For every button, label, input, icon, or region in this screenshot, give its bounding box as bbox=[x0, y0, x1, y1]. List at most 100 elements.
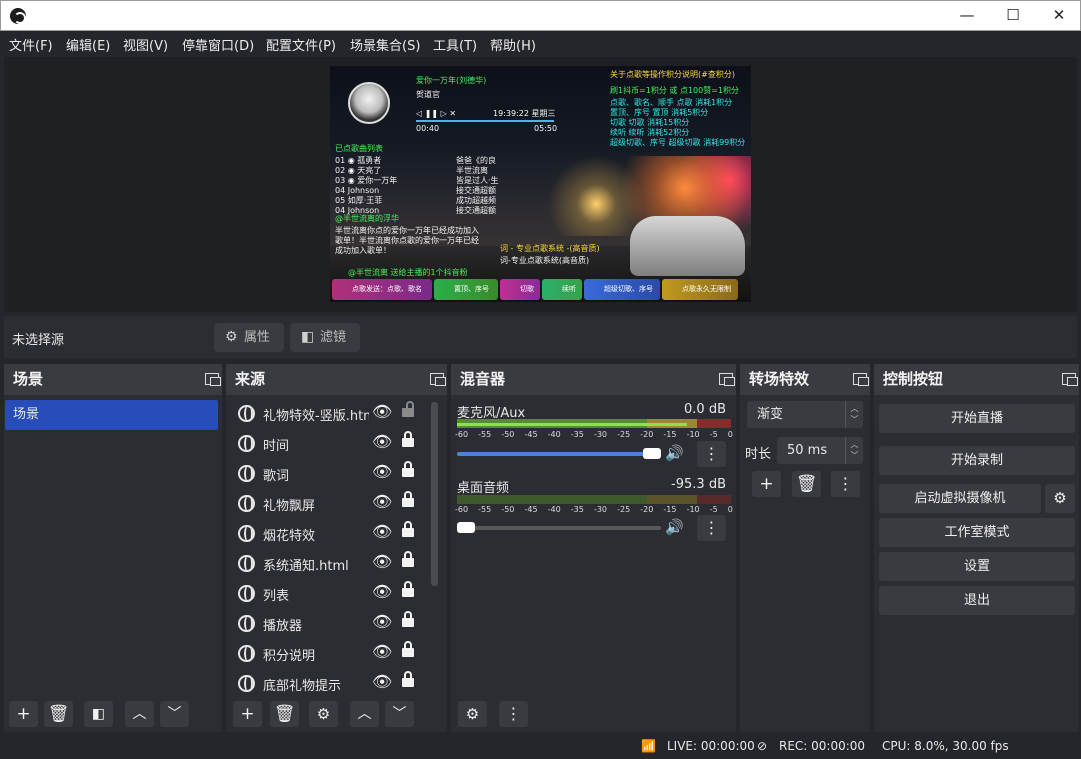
source-item[interactable]: 歌词 👁 bbox=[234, 459, 424, 489]
visibility-eye-icon[interactable]: 👁 bbox=[372, 642, 392, 661]
undock-icon[interactable] bbox=[1062, 373, 1078, 386]
undock-icon[interactable] bbox=[430, 373, 446, 386]
source-item[interactable]: 积分说明 👁 bbox=[234, 639, 424, 669]
preview-car bbox=[630, 216, 745, 276]
maximize-button[interactable]: ☐ bbox=[990, 1, 1036, 31]
unlock-icon[interactable] bbox=[402, 401, 414, 419]
transition-menu-icon[interactable]: ⋮ bbox=[831, 471, 860, 497]
lock-icon[interactable] bbox=[402, 671, 414, 689]
menu-help[interactable]: 帮助(H) bbox=[490, 35, 536, 54]
audio-settings-gear-icon[interactable]: ⚙ bbox=[458, 701, 487, 727]
visibility-eye-icon[interactable]: 👁 bbox=[372, 552, 392, 571]
visibility-eye-icon[interactable]: 👁 bbox=[372, 432, 392, 451]
add-transition-button[interactable]: + bbox=[752, 471, 781, 497]
undock-icon[interactable] bbox=[853, 373, 869, 386]
lock-icon[interactable] bbox=[402, 491, 414, 509]
visibility-eye-icon[interactable]: 👁 bbox=[372, 522, 392, 541]
close-button[interactable]: ✕ bbox=[1036, 1, 1081, 31]
volume-slider-handle[interactable] bbox=[457, 522, 475, 533]
lock-icon[interactable] bbox=[402, 611, 414, 629]
speaker-icon[interactable]: 🔊 bbox=[665, 444, 684, 462]
ad-title: 词 - 专业点歌系统 -(高音质) bbox=[500, 244, 600, 253]
delete-transition-icon[interactable]: 🗑 bbox=[792, 471, 821, 497]
lock-icon[interactable] bbox=[402, 461, 414, 479]
mixer-menu-icon[interactable]: ⋮ bbox=[499, 701, 528, 727]
start-streaming-button[interactable]: 开始直播 bbox=[879, 404, 1075, 433]
duration-spinbox[interactable]: 50 ms ︿ ﹀ bbox=[777, 437, 863, 464]
volume-slider[interactable] bbox=[457, 522, 661, 533]
source-name: 播放器 bbox=[263, 619, 303, 634]
lock-icon[interactable] bbox=[402, 551, 414, 569]
sources-scrollbar[interactable] bbox=[431, 402, 438, 586]
minimize-button[interactable]: — bbox=[944, 1, 990, 31]
visibility-eye-icon[interactable]: 👁 bbox=[372, 402, 392, 421]
lock-icon[interactable] bbox=[402, 431, 414, 449]
visibility-eye-icon[interactable]: 👁 bbox=[372, 672, 392, 691]
lock-icon[interactable] bbox=[402, 641, 414, 659]
source-item[interactable]: 播放器 👁 bbox=[234, 609, 424, 639]
visibility-eye-icon[interactable]: 👁 bbox=[372, 582, 392, 601]
settings-button[interactable]: 设置 bbox=[879, 552, 1075, 581]
playlist-item: 01 ◉ 孤勇者 bbox=[335, 156, 382, 165]
volume-slider-handle[interactable] bbox=[643, 448, 661, 459]
lock-icon[interactable] bbox=[402, 581, 414, 599]
chevron-updown-icon[interactable]: ︿ ﹀ bbox=[845, 437, 863, 464]
browser-source-icon bbox=[238, 435, 255, 452]
channel-menu-icon[interactable]: ⋮ bbox=[697, 515, 726, 541]
menu-tools[interactable]: 工具(T) bbox=[433, 35, 477, 54]
start-virtual-camera-button[interactable]: 启动虚拟摄像机 bbox=[879, 484, 1041, 513]
visibility-eye-icon[interactable]: 👁 bbox=[372, 612, 392, 631]
scale-tick: -45 bbox=[524, 430, 538, 439]
meter-scale: -60 -55 -50 -45 -40 -35 -30 -25 -20 -15 -10 -5 0 bbox=[455, 505, 733, 517]
start-recording-button[interactable]: 开始录制 bbox=[879, 446, 1075, 475]
playlist-requester: 爸爸《的良 bbox=[456, 156, 496, 165]
scenes-title: 场景 bbox=[4, 364, 222, 395]
source-properties-gear-icon[interactable]: ⚙ bbox=[309, 701, 338, 727]
move-up-icon[interactable]: ︿ bbox=[125, 701, 154, 727]
move-down-icon[interactable]: ﹀ bbox=[385, 701, 414, 727]
delete-source-icon[interactable]: 🗑 bbox=[270, 701, 299, 727]
channel-menu-icon[interactable]: ⋮ bbox=[697, 441, 726, 467]
source-item[interactable]: 列表 👁 bbox=[234, 579, 424, 609]
filters-button[interactable]: ◧ 滤镜 bbox=[290, 323, 360, 352]
menu-file[interactable]: 文件(F) bbox=[9, 35, 53, 54]
volume-slider[interactable] bbox=[457, 448, 661, 459]
properties-button[interactable]: ⚙ 属性 bbox=[214, 323, 284, 352]
scale-tick: -55 bbox=[478, 430, 492, 439]
lock-icon[interactable] bbox=[402, 521, 414, 539]
browser-source-icon bbox=[238, 675, 255, 692]
menu-scene-collection[interactable]: 场景集合(S) bbox=[350, 35, 420, 54]
source-item[interactable]: 烟花特效 👁 bbox=[234, 519, 424, 549]
virtual-camera-gear-icon[interactable]: ⚙ bbox=[1045, 484, 1075, 513]
undock-icon[interactable] bbox=[719, 373, 735, 386]
source-item[interactable]: 底部礼物提示 👁 bbox=[234, 669, 424, 699]
speaker-icon[interactable]: 🔊 bbox=[665, 518, 684, 536]
chevron-updown-icon[interactable]: ︿ ﹀ bbox=[845, 401, 863, 428]
move-up-icon[interactable]: ︿ bbox=[350, 701, 379, 727]
source-item[interactable]: 系统通知.html 👁 bbox=[234, 549, 424, 579]
move-down-icon[interactable]: ﹀ bbox=[160, 701, 189, 727]
menu-profile[interactable]: 配置文件(P) bbox=[266, 35, 336, 54]
transition-select[interactable]: 渐变 ︿ ﹀ bbox=[747, 401, 863, 428]
source-item[interactable]: 礼物飘屏 👁 bbox=[234, 489, 424, 519]
visibility-eye-icon[interactable]: 👁 bbox=[372, 492, 392, 511]
undock-icon[interactable] bbox=[205, 373, 221, 386]
source-item[interactable]: 礼物特效-竖版.html 👁 bbox=[234, 399, 424, 429]
bottom-tip: 续听 bbox=[542, 279, 582, 300]
scene-item[interactable]: 场景 bbox=[5, 400, 218, 430]
menu-docks[interactable]: 停靠窗口(D) bbox=[182, 35, 254, 54]
exit-button[interactable]: 退出 bbox=[879, 586, 1075, 615]
delete-scene-icon[interactable]: 🗑 bbox=[44, 701, 73, 727]
source-item[interactable]: 时间 👁 bbox=[234, 429, 424, 459]
browser-source-icon bbox=[238, 525, 255, 542]
menu-edit[interactable]: 编辑(E) bbox=[66, 35, 110, 54]
menu-view[interactable]: 视图(V) bbox=[123, 35, 168, 54]
visibility-eye-icon[interactable]: 👁 bbox=[372, 462, 392, 481]
studio-mode-button[interactable]: 工作室模式 bbox=[879, 518, 1075, 547]
program-preview[interactable]: 爱你一万年(刘德华) 贺道官 ◁ ❚❚ ▷ ✕ 19:39:22 星期三 00:… bbox=[330, 66, 751, 302]
player-elapsed: 00:40 bbox=[416, 124, 440, 133]
playlist-requester: 皆是过人·生 bbox=[456, 176, 499, 185]
add-scene-button[interactable]: + bbox=[9, 701, 38, 727]
add-source-button[interactable]: + bbox=[233, 701, 262, 727]
scene-filter-icon[interactable]: ◧ bbox=[84, 701, 113, 727]
